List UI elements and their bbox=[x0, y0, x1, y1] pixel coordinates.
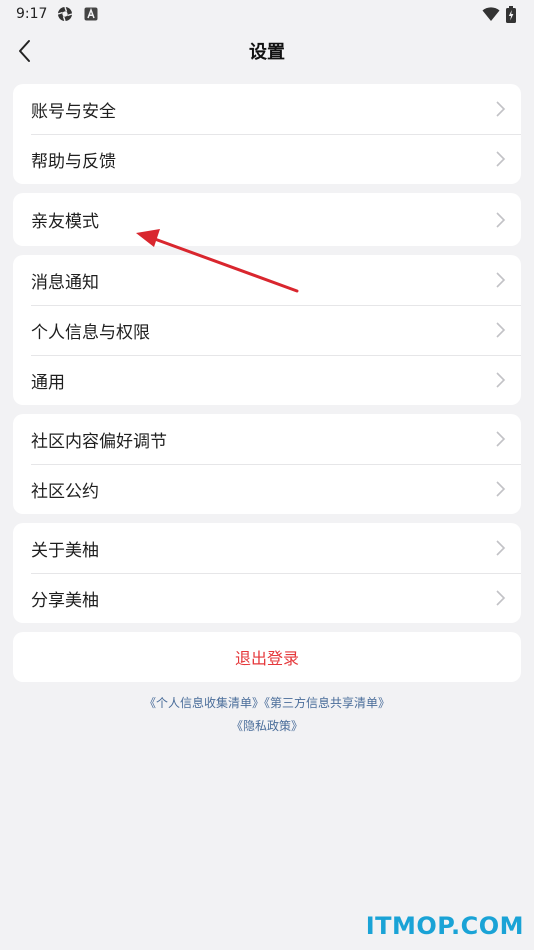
settings-group-notifications: 消息通知 个人信息与权限 通用 bbox=[13, 255, 521, 405]
settings-item-label: 消息通知 bbox=[31, 272, 99, 293]
aperture-icon bbox=[58, 6, 73, 22]
chevron-right-icon bbox=[496, 540, 506, 556]
settings-item-family-mode[interactable]: 亲友模式 bbox=[13, 193, 521, 246]
settings-item-label: 通用 bbox=[31, 372, 65, 393]
third-party-sharing-list-link[interactable]: 《第三方信息共享清单》 bbox=[264, 696, 390, 710]
chevron-right-icon bbox=[496, 481, 506, 497]
settings-item-community-rules[interactable]: 社区公约 bbox=[13, 464, 521, 514]
chevron-right-icon bbox=[496, 372, 506, 388]
settings-item-share[interactable]: 分享美柚 bbox=[13, 573, 521, 623]
logout-label: 退出登录 bbox=[234, 649, 299, 668]
settings-item-label: 个人信息与权限 bbox=[31, 322, 150, 343]
chevron-right-icon bbox=[496, 151, 506, 167]
settings-group-about: 关于美柚 分享美柚 bbox=[13, 523, 521, 623]
battery-charging-icon bbox=[506, 5, 516, 23]
nav-bar: 设置 bbox=[0, 28, 534, 74]
chevron-right-icon bbox=[496, 590, 506, 606]
settings-item-label: 关于美柚 bbox=[31, 540, 99, 561]
settings-group-account: 账号与安全 帮助与反馈 bbox=[13, 84, 521, 184]
chevron-left-icon bbox=[19, 40, 30, 62]
settings-item-about[interactable]: 关于美柚 bbox=[13, 523, 521, 573]
notification-a-icon bbox=[84, 7, 98, 21]
wifi-icon bbox=[482, 6, 500, 21]
settings-item-general[interactable]: 通用 bbox=[13, 355, 521, 405]
settings-item-help-feedback[interactable]: 帮助与反馈 bbox=[13, 134, 521, 184]
settings-item-privacy-permissions[interactable]: 个人信息与权限 bbox=[13, 305, 521, 355]
settings-item-label: 亲友模式 bbox=[31, 212, 99, 232]
settings-item-label: 帮助与反馈 bbox=[31, 151, 116, 172]
privacy-policy-link[interactable]: 《隐私政策》 bbox=[231, 719, 303, 733]
watermark-logo: ITMOP.COM bbox=[365, 912, 524, 940]
info-collection-list-link[interactable]: 《个人信息收集清单》 bbox=[144, 696, 264, 710]
chevron-right-icon bbox=[496, 272, 506, 288]
page-title: 设置 bbox=[249, 42, 285, 63]
status-time: 9:17 bbox=[16, 6, 48, 22]
settings-item-account-security[interactable]: 账号与安全 bbox=[13, 84, 521, 134]
chevron-right-icon bbox=[496, 431, 506, 447]
chevron-right-icon bbox=[496, 101, 506, 117]
chevron-right-icon bbox=[496, 322, 506, 338]
settings-list: 账号与安全 帮助与反馈 亲友模式 消息通知 个人信息与权限 通用 社区内容偏好调… bbox=[0, 74, 534, 737]
settings-item-label: 分享美柚 bbox=[31, 590, 99, 611]
status-bar: 9:17 bbox=[0, 0, 534, 28]
chevron-right-icon bbox=[496, 211, 506, 228]
settings-item-content-preferences[interactable]: 社区内容偏好调节 bbox=[13, 414, 521, 464]
settings-group-community: 社区内容偏好调节 社区公约 bbox=[13, 414, 521, 514]
settings-item-label: 社区公约 bbox=[31, 481, 99, 502]
settings-item-label: 社区内容偏好调节 bbox=[31, 431, 167, 452]
settings-group-family: 亲友模式 bbox=[13, 193, 521, 246]
settings-item-label: 账号与安全 bbox=[31, 101, 116, 122]
footer-links: 《个人信息收集清单》《第三方信息共享清单》 《隐私政策》 bbox=[13, 691, 521, 737]
back-button[interactable] bbox=[10, 35, 38, 67]
settings-item-notifications[interactable]: 消息通知 bbox=[13, 255, 521, 305]
logout-button[interactable]: 退出登录 bbox=[13, 632, 521, 682]
